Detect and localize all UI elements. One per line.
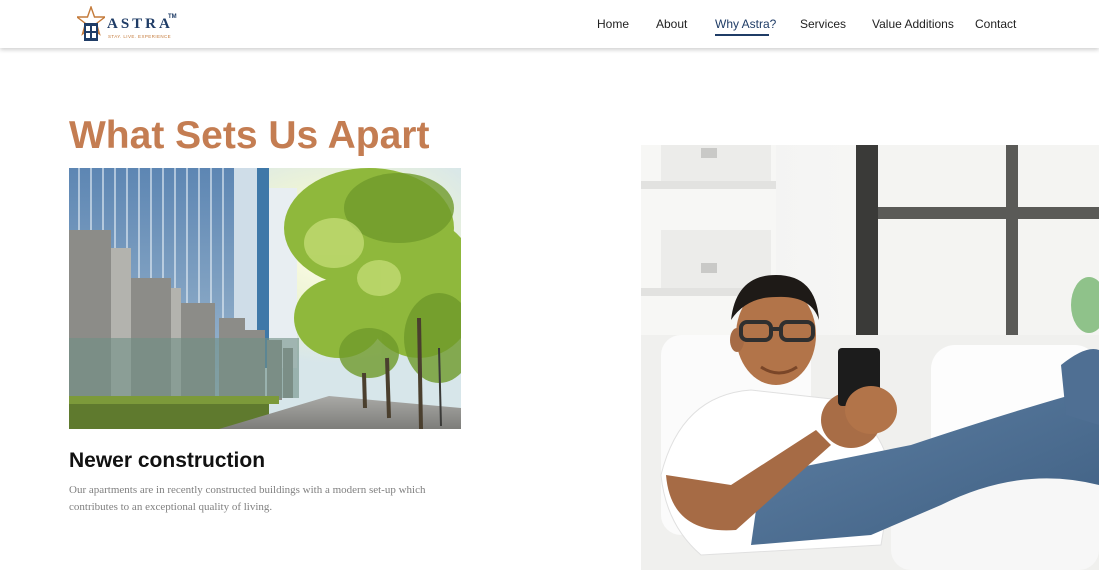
nav-about[interactable]: About [656,17,687,31]
nav-value-additions[interactable]: Value Additions [872,17,954,31]
nav-active-indicator [715,34,769,36]
nav-home[interactable]: Home [597,17,629,31]
feature-description: Our apartments are in recently construct… [69,484,426,513]
section-title: What Sets Us Apart [69,114,430,157]
site-header: ASTRA TM STAY. LIVE. EXPERIENCE Home Abo… [0,0,1099,48]
feature-title: Newer construction [69,449,266,472]
nav-contact[interactable]: Contact [975,17,1016,31]
building-street-photo [69,168,461,429]
nav-why-astra[interactable]: Why Astra? [715,17,776,31]
nav-services[interactable]: Services [800,17,846,31]
man-with-phone-photo [641,145,1099,570]
main-nav: Home About Why Astra? Services Value Add… [0,0,1099,48]
